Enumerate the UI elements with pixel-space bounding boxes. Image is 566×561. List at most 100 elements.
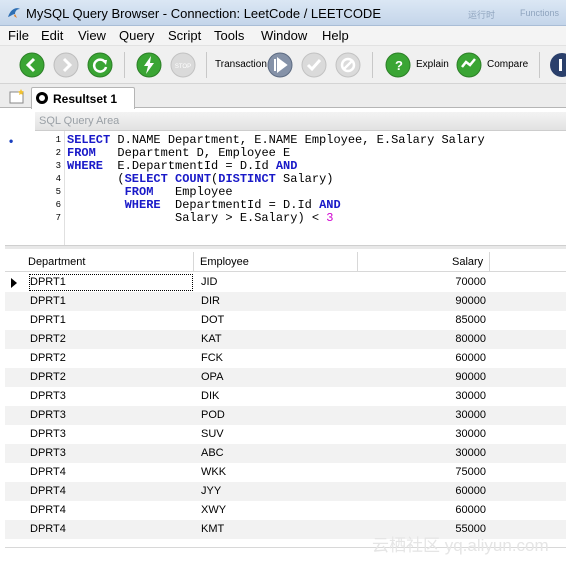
table-row[interactable]: DPRT2 OPA 90000	[5, 368, 566, 387]
column-divider[interactable]	[357, 252, 358, 272]
partial-toolbar-icon	[550, 53, 566, 77]
column-header-employee[interactable]: Employee	[200, 256, 249, 268]
tab-resultset-1[interactable]: Resultset 1	[31, 87, 135, 109]
forward-button[interactable]	[52, 51, 80, 79]
compare-button[interactable]	[455, 51, 483, 79]
sql-area-header: SQL Query Area	[35, 112, 566, 131]
cell-department[interactable]: DPRT3	[30, 390, 66, 402]
splitter[interactable]	[5, 245, 566, 249]
menu-window[interactable]: Window	[261, 28, 307, 43]
cell-employee[interactable]: DIR	[201, 295, 220, 307]
forward-arrow-icon	[53, 52, 79, 78]
cell-salary[interactable]: 30000	[426, 390, 486, 402]
line-number: 5	[55, 187, 61, 197]
cell-salary[interactable]: 60000	[426, 504, 486, 516]
table-row[interactable]: DPRT3 DIK 30000	[5, 387, 566, 406]
explain-button[interactable]: ?	[384, 51, 412, 79]
sql-keyword: AND	[319, 198, 341, 212]
menu-query[interactable]: Query	[119, 28, 154, 43]
cell-employee[interactable]: XWY	[201, 504, 226, 516]
menu-edit[interactable]: Edit	[41, 28, 63, 43]
cell-department[interactable]: DPRT1	[30, 314, 66, 326]
cell-employee[interactable]: ABC	[201, 447, 224, 459]
cell-employee[interactable]: KAT	[201, 333, 222, 345]
new-tab-icon[interactable]	[9, 88, 27, 104]
cell-employee[interactable]: POD	[201, 409, 225, 421]
cell-employee[interactable]: JID	[201, 276, 218, 288]
cell-salary[interactable]: 60000	[426, 485, 486, 497]
cell-department[interactable]: DPRT3	[30, 447, 66, 459]
stop-button[interactable]: STOP	[169, 51, 197, 79]
table-row[interactable]: DPRT3 SUV 30000	[5, 425, 566, 444]
sql-text: D.NAME Department, E.NAME Employee, E.Sa…	[110, 133, 485, 147]
transaction-start-button[interactable]	[266, 51, 294, 79]
sql-keyword: WHERE	[124, 198, 161, 212]
rollback-button[interactable]	[334, 51, 362, 79]
cell-department[interactable]: DPRT2	[30, 333, 66, 345]
table-row[interactable]: DPRT4 XWY 60000	[5, 501, 566, 520]
cell-department[interactable]: DPRT4	[30, 523, 66, 535]
cell-salary[interactable]: 30000	[426, 447, 486, 459]
table-row[interactable]: DPRT1 DOT 85000	[5, 311, 566, 330]
cell-salary[interactable]: 30000	[426, 409, 486, 421]
table-row[interactable]: DPRT2 FCK 60000	[5, 349, 566, 368]
cell-department[interactable]: DPRT3	[30, 409, 66, 421]
watermark: 云栖社区 yq.aliyun.com	[372, 536, 549, 555]
table-row[interactable]: DPRT2 KAT 80000	[5, 330, 566, 349]
cell-department[interactable]: DPRT4	[30, 485, 66, 497]
sql-text: Department D, Employee E	[95, 146, 291, 160]
cell-salary[interactable]: 85000	[426, 314, 486, 326]
cell-employee[interactable]: FCK	[201, 352, 223, 364]
refresh-button[interactable]	[86, 51, 114, 79]
menu-view[interactable]: View	[78, 28, 106, 43]
cell-salary[interactable]: 80000	[426, 333, 486, 345]
overflow-button[interactable]	[548, 51, 566, 79]
table-row[interactable]: DPRT1 JID 70000	[5, 273, 566, 292]
cell-salary[interactable]: 60000	[426, 352, 486, 364]
explain-label[interactable]: Explain	[416, 59, 449, 70]
cell-employee[interactable]: OPA	[201, 371, 223, 383]
cell-department[interactable]: DPRT2	[30, 371, 66, 383]
back-button[interactable]	[18, 51, 46, 79]
cell-department[interactable]: DPRT4	[30, 504, 66, 516]
cell-employee[interactable]: WKK	[201, 466, 226, 478]
cell-employee[interactable]: JYY	[201, 485, 221, 497]
result-grid[interactable]: Department Employee Salary DPRT1 JID 70000…	[5, 252, 566, 552]
column-header-salary[interactable]: Salary	[452, 256, 483, 268]
execute-button[interactable]	[135, 51, 163, 79]
cell-department[interactable]: DPRT2	[30, 352, 66, 364]
commit-button[interactable]	[300, 51, 328, 79]
menu-help[interactable]: Help	[322, 28, 349, 43]
cell-salary[interactable]: 30000	[426, 428, 486, 440]
cell-salary[interactable]: 90000	[426, 295, 486, 307]
cell-employee[interactable]: DIK	[201, 390, 219, 402]
refresh-icon	[87, 52, 113, 78]
window-title: MySQL Query Browser - Connection: LeetCo…	[26, 6, 381, 21]
table-row[interactable]: DPRT3 ABC 30000	[5, 444, 566, 463]
cell-department[interactable]: DPRT1	[30, 295, 66, 307]
cell-employee[interactable]: SUV	[201, 428, 224, 440]
column-divider[interactable]	[193, 252, 194, 272]
table-row[interactable]: DPRT4 JYY 60000	[5, 482, 566, 501]
table-row[interactable]: DPRT3 POD 30000	[5, 406, 566, 425]
cell-department[interactable]: DPRT4	[30, 466, 66, 478]
column-header-department[interactable]: Department	[28, 256, 85, 268]
cell-employee[interactable]: DOT	[201, 314, 224, 326]
menu-script[interactable]: Script	[168, 28, 201, 43]
table-row[interactable]: DPRT4 WKK 75000	[5, 463, 566, 482]
toolbar: STOP Transaction ? Explain Compare	[0, 46, 566, 84]
sql-query-area[interactable]: SQL Query Area • 1 SELECT D.NAME Departme…	[5, 112, 566, 245]
cell-salary[interactable]: 70000	[426, 276, 486, 288]
cell-employee[interactable]: KMT	[201, 523, 224, 535]
menu-file[interactable]: File	[8, 28, 29, 43]
stop-icon: STOP	[170, 52, 196, 78]
column-divider[interactable]	[489, 252, 490, 272]
cell-department[interactable]: DPRT1	[29, 274, 193, 291]
cell-salary[interactable]: 90000	[426, 371, 486, 383]
cell-salary[interactable]: 75000	[426, 466, 486, 478]
compare-label[interactable]: Compare	[487, 59, 528, 70]
menu-tools[interactable]: Tools	[214, 28, 244, 43]
cell-department[interactable]: DPRT3	[30, 428, 66, 440]
table-row[interactable]: DPRT1 DIR 90000	[5, 292, 566, 311]
